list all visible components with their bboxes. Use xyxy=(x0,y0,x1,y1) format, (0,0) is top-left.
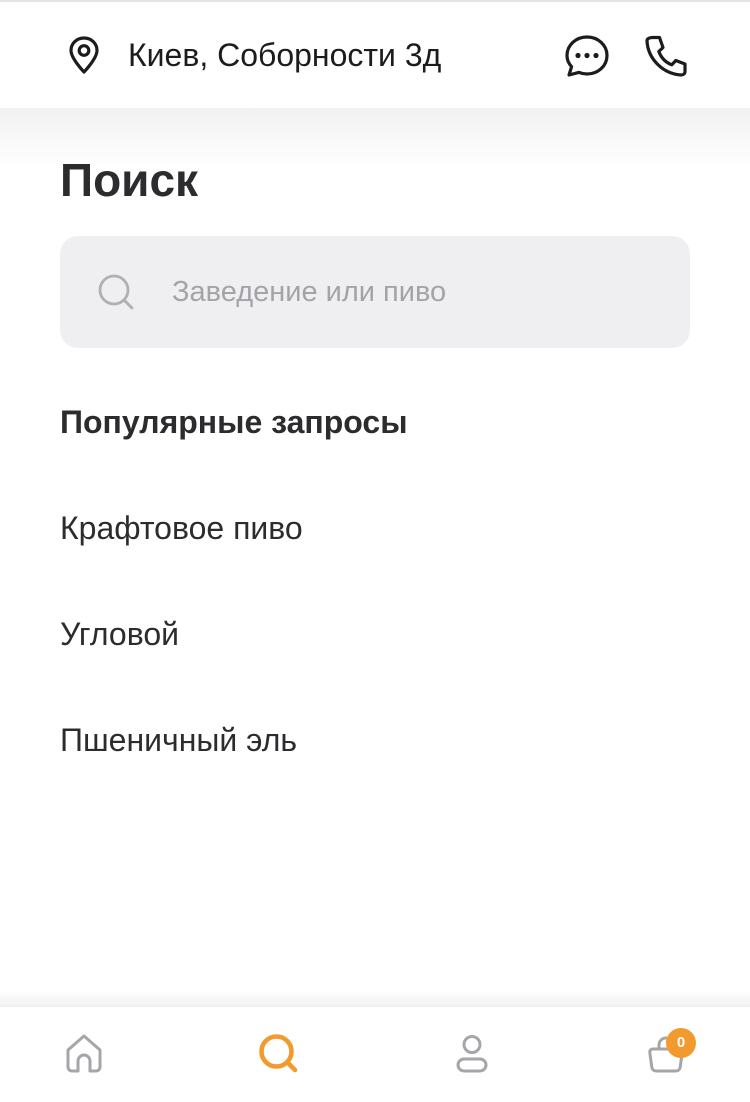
tab-search[interactable] xyxy=(248,1025,308,1085)
chat-bubble-icon[interactable] xyxy=(563,32,611,80)
search-icon xyxy=(259,1034,298,1073)
search-input[interactable] xyxy=(172,264,652,320)
search-field[interactable] xyxy=(60,236,690,348)
phone-icon[interactable] xyxy=(642,32,690,80)
bottom-tab-bar xyxy=(0,1006,750,1102)
popular-query-item[interactable]: Угловой xyxy=(60,612,690,656)
tabbar-shadow xyxy=(0,990,750,1006)
app-header: Киев, Соборности 3д xyxy=(0,2,750,108)
map-pin-icon[interactable] xyxy=(63,34,105,76)
current-location[interactable]: Киев, Соборности 3д xyxy=(128,33,441,77)
popular-query-item[interactable]: Крафтовое пиво xyxy=(60,506,690,550)
cart-count-badge: 0 xyxy=(666,1028,696,1058)
header-shadow xyxy=(0,108,750,168)
profile-icon xyxy=(456,1035,488,1073)
search-screen: Киев, Соборности 3д Поиск Популярные зап… xyxy=(0,0,750,1102)
popular-query-item[interactable]: Пшеничный эль xyxy=(60,718,690,762)
popular-queries-title: Популярные запросы xyxy=(60,404,408,440)
search-icon xyxy=(98,274,134,310)
home-icon xyxy=(66,1034,102,1073)
tab-profile[interactable] xyxy=(442,1025,502,1085)
tab-home[interactable] xyxy=(54,1025,114,1085)
